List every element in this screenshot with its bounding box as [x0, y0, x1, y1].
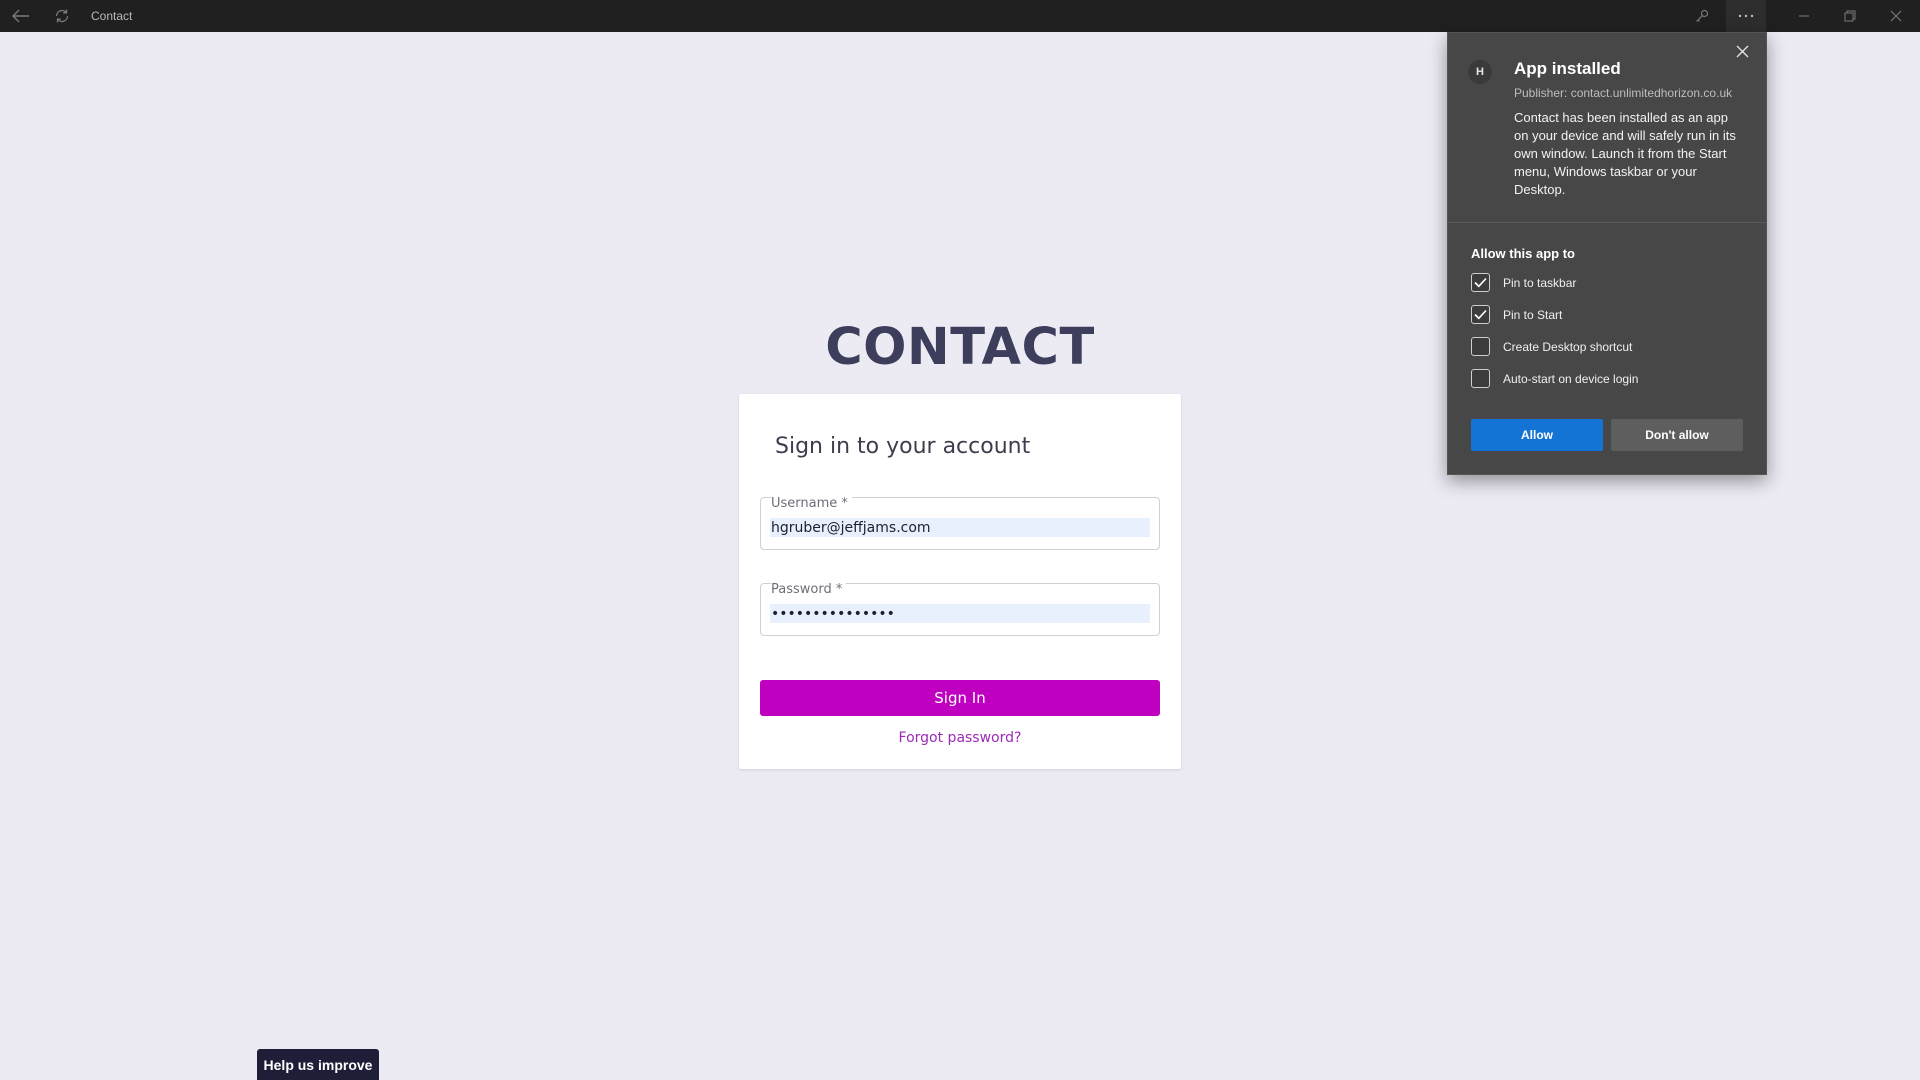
minimize-icon[interactable]: [1786, 0, 1822, 32]
sign-in-button[interactable]: Sign In: [760, 680, 1160, 716]
desktop-shortcut-label: Create Desktop shortcut: [1503, 339, 1633, 354]
username-label: Username *: [771, 496, 852, 511]
install-description: Contact has been installed as an app on …: [1514, 110, 1736, 197]
password-label: Password *: [771, 582, 847, 597]
pin-taskbar-checkbox[interactable]: [1471, 273, 1490, 292]
login-card: Sign in to your account Username * Passw…: [739, 394, 1181, 769]
auto-start-label: Auto-start on device login: [1503, 371, 1639, 386]
refresh-icon[interactable]: [48, 0, 76, 32]
option-desktop-shortcut[interactable]: Create Desktop shortcut: [1471, 337, 1632, 356]
option-auto-start[interactable]: Auto-start on device login: [1471, 369, 1638, 388]
more-icon[interactable]: [1726, 0, 1766, 32]
help-us-improve-button[interactable]: Help us improve: [257, 1049, 379, 1080]
title-bar: Contact: [0, 0, 1920, 32]
login-heading: Sign in to your account: [775, 434, 1031, 459]
allow-heading: Allow this app to: [1471, 246, 1575, 261]
desktop-shortcut-checkbox[interactable]: [1471, 337, 1490, 356]
pin-start-checkbox[interactable]: [1471, 305, 1490, 324]
pin-taskbar-label: Pin to taskbar: [1503, 275, 1577, 290]
app-installed-flyout: H App installed Publisher: contact.unlim…: [1447, 32, 1767, 475]
username-field[interactable]: Username *: [760, 496, 1160, 550]
dont-allow-button[interactable]: Don't allow: [1611, 419, 1743, 451]
allow-button[interactable]: Allow: [1471, 419, 1603, 451]
password-field[interactable]: Password *: [760, 582, 1160, 636]
username-input[interactable]: [770, 518, 1150, 537]
back-arrow-icon[interactable]: [6, 0, 36, 32]
auto-start-checkbox[interactable]: [1471, 369, 1490, 388]
flyout-title: App installed: [1514, 59, 1621, 78]
flyout-close-icon[interactable]: [1732, 41, 1752, 61]
flyout-divider: [1448, 222, 1766, 223]
password-input[interactable]: [770, 604, 1150, 623]
brand-title: CONTACT: [825, 318, 1095, 377]
window-title: Contact: [91, 9, 133, 23]
option-pin-start[interactable]: Pin to Start: [1471, 305, 1562, 324]
publisher-text: Publisher: contact.unlimitedhorizon.co.u…: [1514, 86, 1733, 100]
forgot-password-link[interactable]: Forgot password?: [760, 730, 1160, 746]
maximize-icon[interactable]: [1832, 0, 1868, 32]
key-icon[interactable]: [1688, 0, 1716, 32]
app-avatar: H: [1468, 60, 1492, 84]
pin-start-label: Pin to Start: [1503, 307, 1563, 322]
option-pin-taskbar[interactable]: Pin to taskbar: [1471, 273, 1576, 292]
close-icon[interactable]: [1878, 0, 1914, 32]
